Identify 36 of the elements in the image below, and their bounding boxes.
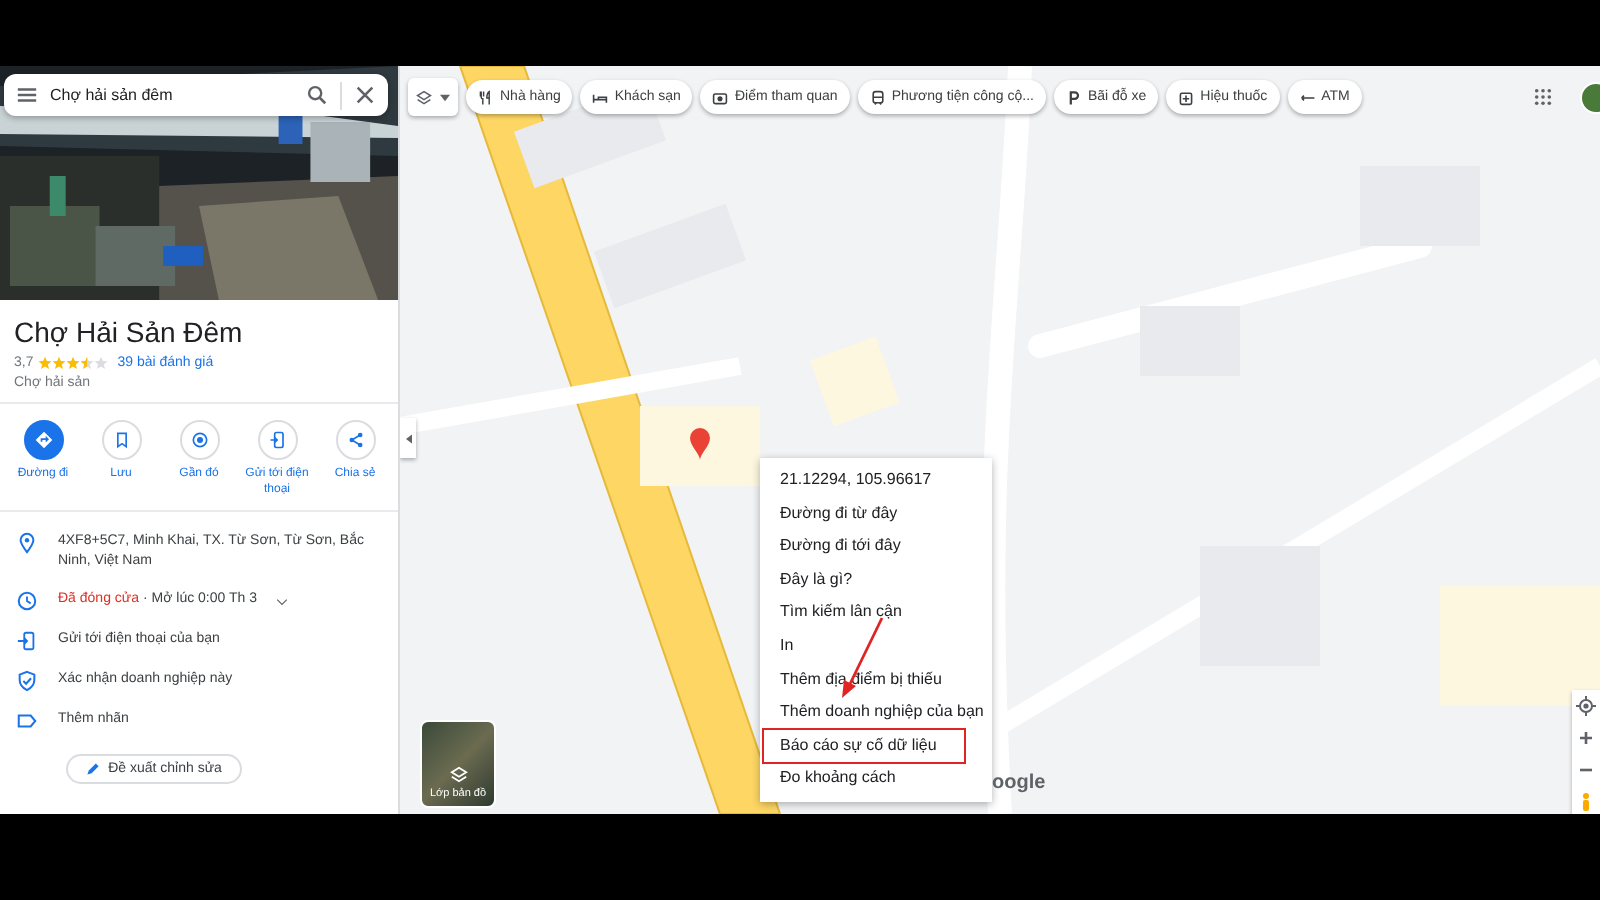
apps-grid-icon[interactable] bbox=[1534, 88, 1552, 106]
place-title: Chợ Hải Sản Đêm bbox=[14, 316, 245, 348]
caret-icon bbox=[405, 433, 411, 443]
caret-icon bbox=[440, 93, 450, 101]
map-logo: oogle bbox=[992, 772, 1046, 794]
context-menu-item[interactable]: 21.12294, 105.96617 bbox=[764, 464, 988, 498]
camera-icon bbox=[712, 89, 729, 105]
my-location-icon[interactable] bbox=[1576, 696, 1596, 716]
label-icon bbox=[16, 710, 38, 733]
directions-icon bbox=[33, 430, 53, 450]
phone-icon bbox=[16, 630, 38, 653]
restaurant-icon bbox=[478, 89, 494, 105]
pencil-icon bbox=[86, 762, 101, 777]
nearby-icon bbox=[189, 430, 209, 450]
phone-icon bbox=[267, 430, 287, 450]
hotel-icon bbox=[592, 89, 609, 105]
save-icon bbox=[111, 430, 131, 450]
collapse-panel-button[interactable] bbox=[400, 418, 416, 458]
share-icon bbox=[345, 430, 365, 450]
layers-icon bbox=[449, 766, 467, 784]
context-menu-item[interactable]: Thêm doanh nghiệp của bạn bbox=[764, 696, 988, 730]
parking-icon bbox=[1065, 89, 1082, 105]
context-menu-item[interactable]: In bbox=[764, 629, 988, 664]
context-menu-item[interactable]: Đường đi tới đây bbox=[764, 530, 988, 564]
transit-icon bbox=[869, 89, 886, 105]
layers-icon bbox=[416, 89, 432, 105]
context-menu-item[interactable]: Đường đi từ đây bbox=[764, 497, 988, 531]
layer-toggle-button[interactable] bbox=[408, 78, 458, 116]
chevron-down-icon[interactable] bbox=[276, 597, 289, 606]
context-menu-item[interactable]: Đo khoảng cách bbox=[764, 762, 988, 796]
pharmacy-icon bbox=[1178, 89, 1195, 105]
zoom-in-icon[interactable] bbox=[1576, 728, 1596, 748]
context-menu-item[interactable]: Báo cáo sự cố dữ liệu bbox=[764, 729, 964, 763]
context-menu-item[interactable]: Tìm kiếm lân cận bbox=[764, 596, 988, 630]
verify-icon bbox=[16, 670, 38, 693]
context-menu-item[interactable]: Đây là gì? bbox=[764, 563, 988, 597]
